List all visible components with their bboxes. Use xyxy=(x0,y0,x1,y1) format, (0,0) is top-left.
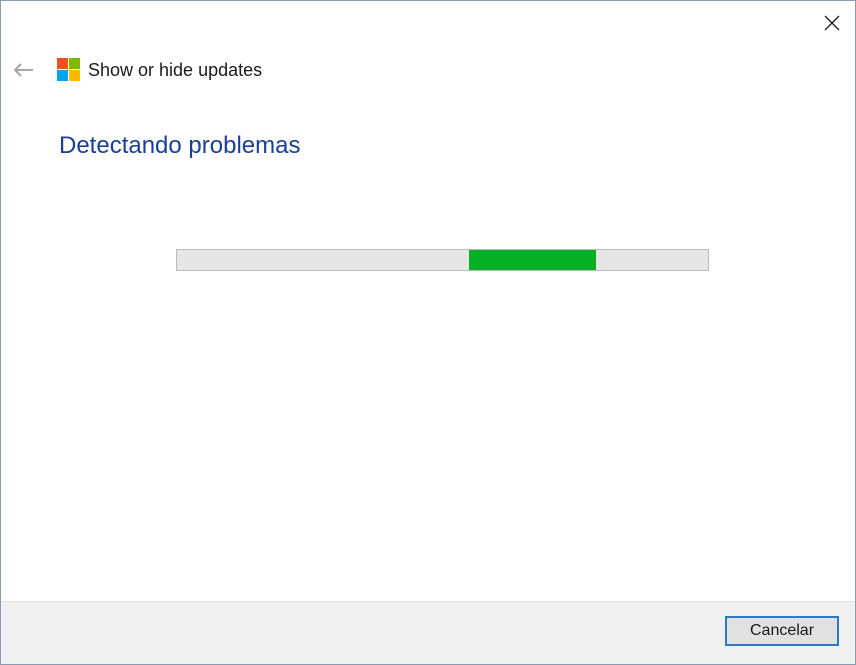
windows-logo-icon xyxy=(57,58,80,81)
close-icon xyxy=(824,15,840,31)
close-button[interactable] xyxy=(809,1,855,45)
page-heading: Detectando problemas xyxy=(59,132,301,159)
progress-bar xyxy=(176,249,709,271)
back-button[interactable] xyxy=(9,57,37,83)
logo-tile-blue xyxy=(57,70,68,81)
logo-tile-green xyxy=(69,58,80,69)
app-title: Show or hide updates xyxy=(88,60,263,80)
footer-bar: Cancelar xyxy=(1,601,855,664)
cancel-button[interactable]: Cancelar xyxy=(725,616,839,646)
progress-bar-fill xyxy=(469,250,597,270)
logo-tile-red xyxy=(57,58,68,69)
back-arrow-icon xyxy=(13,63,33,77)
logo-tile-yellow xyxy=(69,70,80,81)
troubleshooter-window: Show or hide updates Detectando problema… xyxy=(0,0,856,665)
